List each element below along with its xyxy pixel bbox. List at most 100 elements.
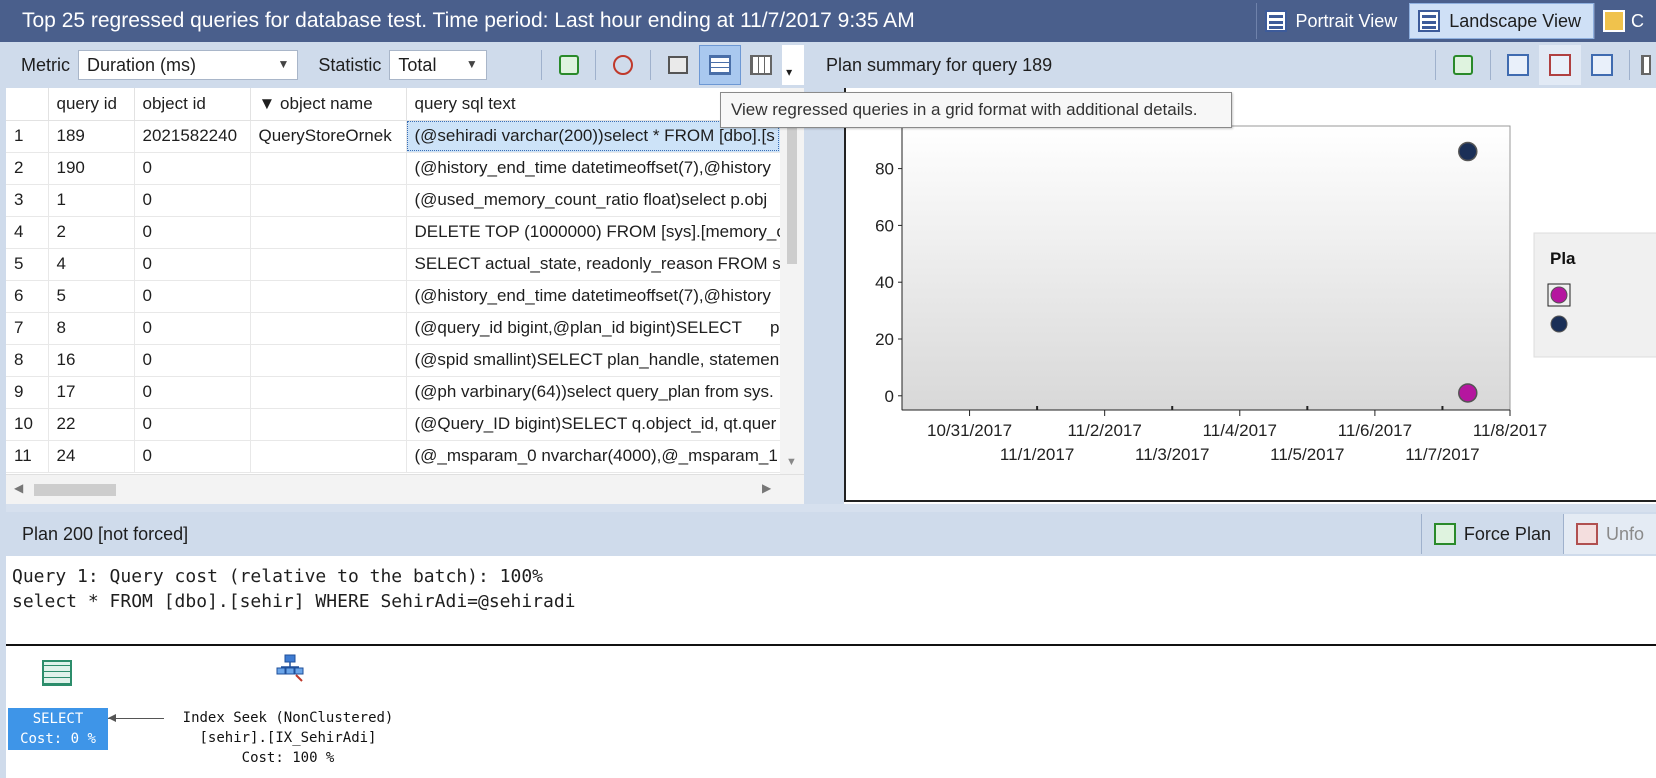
query-sql-text-cell[interactable]: (@query_id bigint,@plan_id bigint)SELECT… xyxy=(406,312,780,345)
scroll-left-icon[interactable]: ◀ xyxy=(14,481,23,495)
query-sql-text-cell[interactable]: (@spid smallint)SELECT plan_handle, stat… xyxy=(406,344,780,377)
query-id-cell[interactable]: 1 xyxy=(48,184,135,217)
object-id-cell[interactable]: 0 xyxy=(134,408,251,441)
right-grid-button[interactable] xyxy=(1636,45,1656,85)
row-number[interactable]: 9 xyxy=(6,376,49,409)
unforce-plan-toolbar-button[interactable] xyxy=(1539,45,1581,85)
object-id-cell[interactable]: 0 xyxy=(134,440,251,473)
table-row[interactable]: 3 1 0 (@used_memory_count_ratio float)selec… xyxy=(6,184,780,217)
portrait-view-button[interactable]: Portrait View xyxy=(1255,3,1410,39)
object-id-cell[interactable]: 0 xyxy=(134,344,251,377)
object-name-cell[interactable] xyxy=(250,280,407,313)
row-number[interactable]: 10 xyxy=(6,408,49,441)
row-number[interactable]: 8 xyxy=(6,344,49,377)
table-row[interactable]: 6 5 0 (@history_end_time datetimeoffset(7),… xyxy=(6,280,780,313)
row-number[interactable]: 11 xyxy=(6,440,49,473)
configure-button[interactable]: C xyxy=(1594,3,1656,39)
force-plan-button[interactable]: Force Plan xyxy=(1420,514,1563,554)
select-operator[interactable]: SELECT Cost: 0 % xyxy=(8,708,108,750)
object-name-header[interactable]: ▼ object name xyxy=(250,88,407,121)
compare-plans-button[interactable] xyxy=(1581,45,1623,85)
table-row[interactable]: 4 2 0 DELETE TOP (1000000) FROM [sys].[memo… xyxy=(6,216,780,249)
row-number[interactable]: 1 xyxy=(6,120,49,153)
grid-vertical-scrollbar[interactable]: ▲ ▼ xyxy=(780,88,804,474)
query-id-cell[interactable]: 2 xyxy=(48,216,135,249)
grid-view-button[interactable] xyxy=(698,45,741,85)
object-name-cell[interactable] xyxy=(250,376,407,409)
row-number[interactable]: 5 xyxy=(6,248,49,281)
object-name-cell[interactable] xyxy=(250,152,407,185)
query-sql-text-cell[interactable]: (@Query_ID bigint)SELECT q.object_id, qt… xyxy=(406,408,780,441)
object-name-cell[interactable] xyxy=(250,184,407,217)
unforce-plan-button[interactable]: Unfo xyxy=(1562,514,1656,554)
object-id-header[interactable]: object id xyxy=(134,88,251,121)
select-operator-icon[interactable] xyxy=(42,660,72,686)
query-id-cell[interactable]: 190 xyxy=(48,152,135,185)
row-number[interactable]: 6 xyxy=(6,280,49,313)
object-name-cell[interactable] xyxy=(250,344,407,377)
table-row[interactable]: 9 17 0 (@ph varbinary(64))select query_plan… xyxy=(6,376,780,409)
row-number-header[interactable] xyxy=(6,88,49,121)
scrollbar-thumb[interactable] xyxy=(787,118,797,264)
object-id-cell[interactable]: 0 xyxy=(134,312,251,345)
compare-plans-icon xyxy=(1591,54,1613,76)
query-id-cell[interactable]: 16 xyxy=(48,344,135,377)
query-id-header[interactable]: query id xyxy=(48,88,135,121)
scroll-down-icon[interactable]: ▼ xyxy=(786,456,797,468)
object-id-cell[interactable]: 0 xyxy=(134,152,251,185)
table-row[interactable]: 8 16 0 (@spid smallint)SELECT plan_handle, … xyxy=(6,344,780,377)
refresh-button[interactable] xyxy=(548,45,590,85)
query-sql-text-cell[interactable]: (@ph varbinary(64))select query_plan fro… xyxy=(406,376,780,409)
index-seek-icon[interactable] xyxy=(276,654,304,682)
object-name-cell[interactable] xyxy=(250,248,407,281)
table-row[interactable]: 2 190 0 (@history_end_time datetimeoffset(7… xyxy=(6,152,780,185)
scroll-right-icon[interactable]: ▶ xyxy=(762,481,771,495)
query-id-cell[interactable]: 22 xyxy=(48,408,135,441)
object-name-cell[interactable] xyxy=(250,440,407,473)
object-name-cell[interactable] xyxy=(250,216,407,249)
row-number[interactable]: 4 xyxy=(6,216,49,249)
query-id-cell[interactable]: 8 xyxy=(48,312,135,345)
horizontal-splitter[interactable] xyxy=(6,504,1656,512)
object-id-cell[interactable]: 0 xyxy=(134,280,251,313)
track-query-button[interactable] xyxy=(602,45,644,85)
object-name-cell[interactable]: QueryStoreOrnek xyxy=(250,120,407,153)
query-id-cell[interactable]: 5 xyxy=(48,280,135,313)
table-row[interactable]: 1 189 2021582240 QueryStoreOrnek (@sehiradi … xyxy=(6,120,780,153)
query-id-cell[interactable]: 189 xyxy=(48,120,135,153)
object-name-cell[interactable] xyxy=(250,408,407,441)
query-id-cell[interactable]: 17 xyxy=(48,376,135,409)
metric-select[interactable]: Duration (ms) ▼ xyxy=(78,50,299,80)
table-row[interactable]: 10 22 0 (@Query_ID bigint)SELECT q.object_i… xyxy=(6,408,780,441)
query-sql-text-cell[interactable]: (@used_memory_count_ratio float)select p… xyxy=(406,184,780,217)
landscape-view-button[interactable]: Landscape View xyxy=(1409,3,1594,39)
table-row[interactable]: 7 8 0 (@query_id bigint,@plan_id bigint)SEL… xyxy=(6,312,780,345)
table-row[interactable]: 5 4 0 SELECT actual_state, readonly_reason … xyxy=(6,248,780,281)
query-id-cell[interactable]: 4 xyxy=(48,248,135,281)
query-sql-text-cell[interactable]: SELECT actual_state, readonly_reason FRO… xyxy=(406,248,780,281)
toolbar-overflow-button[interactable]: ▾ xyxy=(782,45,805,85)
grid-horizontal-scrollbar[interactable]: ◀ ▶ xyxy=(6,474,804,504)
object-id-cell[interactable]: 0 xyxy=(134,184,251,217)
refresh-plan-button[interactable] xyxy=(1442,45,1484,85)
index-seek-operator[interactable]: Index Seek (NonClustered) [sehir].[IX_Se… xyxy=(166,708,410,768)
object-id-cell[interactable]: 0 xyxy=(134,216,251,249)
row-number[interactable]: 7 xyxy=(6,312,49,345)
object-id-cell[interactable]: 2021582240 xyxy=(134,120,251,153)
query-sql-text-cell[interactable]: (@_msparam_0 nvarchar(4000),@_msparam_1 xyxy=(406,440,780,473)
scrollbar-thumb[interactable] xyxy=(34,484,116,496)
grid-columns-button[interactable] xyxy=(741,45,783,85)
statistic-select[interactable]: Total ▼ xyxy=(389,50,487,80)
object-id-cell[interactable]: 0 xyxy=(134,376,251,409)
object-name-cell[interactable] xyxy=(250,312,407,345)
query-sql-text-cell[interactable]: (@history_end_time datetimeoffset(7),@hi… xyxy=(406,152,780,185)
query-sql-text-cell[interactable]: (@history_end_time datetimeoffset(7),@hi… xyxy=(406,280,780,313)
row-number[interactable]: 3 xyxy=(6,184,49,217)
force-plan-toolbar-button[interactable] xyxy=(1497,45,1539,85)
object-id-cell[interactable]: 0 xyxy=(134,248,251,281)
table-row[interactable]: 11 24 0 (@_msparam_0 nvarchar(4000),@_mspar… xyxy=(6,440,780,473)
query-id-cell[interactable]: 24 xyxy=(48,440,135,473)
query-sql-text-cell[interactable]: DELETE TOP (1000000) FROM [sys].[memory_… xyxy=(406,216,780,249)
chart-view-button[interactable] xyxy=(657,45,699,85)
row-number[interactable]: 2 xyxy=(6,152,49,185)
